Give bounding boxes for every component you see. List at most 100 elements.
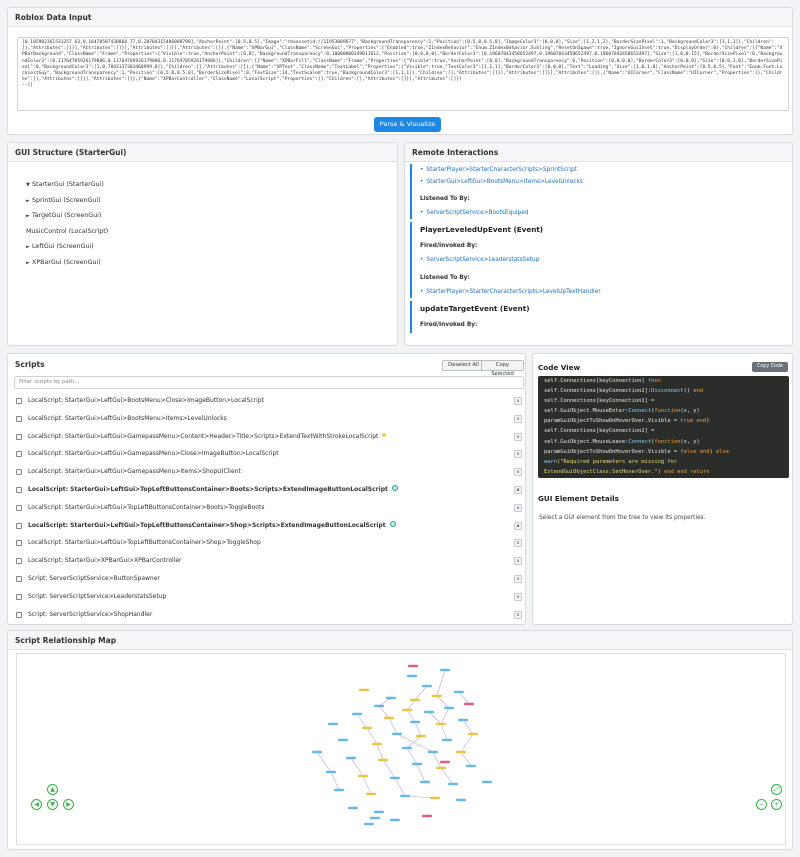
script-checkbox[interactable] bbox=[16, 558, 22, 565]
script-row[interactable]: Script: ServerScriptService>ButtonSpawne… bbox=[14, 570, 524, 588]
script-path-label[interactable]: LocalScript: StarterGui>XPBarGui>XPBarCo… bbox=[28, 552, 181, 570]
remove-script-button[interactable]: x bbox=[514, 397, 522, 405]
remove-script-button[interactable]: x bbox=[514, 468, 522, 477]
script-path-label[interactable]: LocalScript: StarterGui>LeftGui>TopLeftB… bbox=[28, 481, 398, 499]
script-node[interactable] bbox=[370, 816, 380, 820]
script-checkbox[interactable] bbox=[16, 611, 22, 618]
script-node[interactable] bbox=[326, 770, 336, 774]
parse-visualize-button[interactable]: Parse & Visualize bbox=[374, 117, 441, 132]
script-node[interactable] bbox=[432, 694, 442, 698]
script-node[interactable] bbox=[442, 738, 452, 742]
script-node[interactable] bbox=[458, 718, 468, 722]
script-node[interactable] bbox=[448, 782, 458, 786]
script-node[interactable] bbox=[424, 710, 434, 714]
script-node[interactable] bbox=[374, 810, 384, 814]
script-node[interactable] bbox=[428, 750, 438, 754]
script-row[interactable]: Script: ServerScriptService>ShopHandler x bbox=[14, 606, 524, 624]
script-path-label[interactable]: LocalScript: StarterGui>LeftGui>Gamepass… bbox=[28, 428, 387, 446]
script-node[interactable] bbox=[362, 726, 372, 730]
script-node[interactable] bbox=[372, 742, 382, 746]
script-node[interactable] bbox=[407, 674, 417, 678]
script-node[interactable] bbox=[400, 794, 410, 798]
script-node[interactable] bbox=[334, 788, 344, 792]
script-row[interactable]: LocalScript: StarterGui>XPBarGui>XPBarCo… bbox=[14, 552, 524, 570]
tree-item-sprintgui[interactable]: ► SprintGui (ScreenGui) bbox=[26, 193, 108, 209]
script-row[interactable]: LocalScript: StarterGui>LeftGui>Gamepass… bbox=[14, 463, 524, 481]
remove-script-button[interactable]: x bbox=[514, 485, 522, 494]
script-checkbox[interactable] bbox=[16, 540, 22, 547]
script-row[interactable]: Script: ServerScriptService>ToolGamepass… bbox=[14, 623, 524, 624]
script-node[interactable] bbox=[359, 688, 369, 692]
script-path-label[interactable]: LocalScript: StarterGui>LeftGui>TopLeftB… bbox=[28, 517, 396, 535]
script-node[interactable] bbox=[338, 738, 348, 742]
tree-item-xpbargui[interactable]: ► XPBarGui (ScreenGui) bbox=[26, 255, 108, 271]
script-node[interactable] bbox=[440, 760, 450, 764]
script-node[interactable] bbox=[374, 704, 384, 708]
remove-script-button[interactable]: x bbox=[514, 414, 522, 423]
script-node[interactable] bbox=[390, 818, 400, 822]
script-path-label[interactable]: LocalScript: StarterGui>LeftGui>TopLeftB… bbox=[28, 534, 261, 552]
script-path-label[interactable]: Script: ServerScriptService>ShopHandler bbox=[28, 606, 152, 624]
script-row[interactable]: LocalScript: StarterGui>LeftGui>Gamepass… bbox=[14, 428, 524, 446]
script-path-label[interactable]: Script: ServerScriptService>ToolGamepass… bbox=[28, 623, 177, 624]
script-node[interactable] bbox=[366, 792, 376, 796]
script-node[interactable] bbox=[384, 716, 394, 720]
arrow-left-icon[interactable]: ◀ bbox=[31, 799, 42, 810]
script-node[interactable] bbox=[328, 722, 338, 726]
script-path-label[interactable]: LocalScript: StarterGui>LeftGui>BootsMen… bbox=[28, 392, 264, 410]
script-row[interactable]: LocalScript: StarterGui>LeftGui>TopLeftB… bbox=[14, 517, 524, 535]
script-node[interactable] bbox=[464, 702, 474, 706]
relationship-map-canvas[interactable]: ▲ ◀ ▼ ▶ ⤢ − + bbox=[16, 653, 786, 845]
arrow-up-icon[interactable]: ▲ bbox=[47, 784, 58, 795]
copy-selected-button[interactable]: Copy Selected bbox=[481, 360, 524, 377]
script-node[interactable] bbox=[408, 664, 418, 668]
script-node[interactable] bbox=[392, 732, 402, 736]
script-checkbox[interactable] bbox=[16, 486, 22, 493]
script-row[interactable]: LocalScript: StarterGui>LeftGui>BootsMen… bbox=[14, 410, 524, 428]
script-node[interactable] bbox=[386, 696, 396, 700]
script-node[interactable] bbox=[436, 722, 446, 726]
script-checkbox[interactable] bbox=[16, 593, 22, 600]
remove-script-button[interactable]: x bbox=[514, 450, 522, 459]
script-node[interactable] bbox=[440, 668, 450, 672]
remove-script-button[interactable]: x bbox=[514, 557, 522, 566]
remove-script-button[interactable]: x bbox=[514, 521, 522, 530]
script-node[interactable] bbox=[436, 766, 446, 770]
script-node[interactable] bbox=[364, 822, 374, 826]
script-row[interactable]: Script: ServerScriptService>LeaderstatsS… bbox=[14, 588, 524, 606]
remove-script-button[interactable]: x bbox=[514, 574, 522, 583]
script-node[interactable] bbox=[422, 814, 432, 818]
arrow-down-icon[interactable]: ▼ bbox=[47, 799, 58, 810]
script-node[interactable] bbox=[402, 708, 412, 712]
deselect-all-button[interactable]: Deselect All bbox=[442, 360, 485, 371]
arrow-right-icon[interactable]: ▶ bbox=[63, 799, 74, 810]
remove-script-button[interactable]: x bbox=[514, 592, 522, 601]
script-path-label[interactable]: Script: ServerScriptService>LeaderstatsS… bbox=[28, 588, 166, 606]
script-checkbox[interactable] bbox=[16, 504, 22, 511]
relationship-graph[interactable] bbox=[17, 654, 787, 846]
script-node[interactable] bbox=[410, 698, 420, 702]
script-path-label[interactable]: LocalScript: StarterGui>LeftGui>BootsMen… bbox=[28, 410, 227, 428]
tree-item-leftgui[interactable]: ► LeftGui (ScreenGui) bbox=[26, 239, 108, 255]
remote-link[interactable]: ServerScriptService>LeaderstatsSetup bbox=[420, 254, 788, 266]
remote-link[interactable]: StarterPlayer>StarterCharacterScripts>Le… bbox=[420, 286, 788, 298]
script-node[interactable] bbox=[444, 706, 454, 710]
remove-script-button[interactable]: x bbox=[514, 539, 522, 548]
remove-script-button[interactable]: x bbox=[514, 610, 522, 619]
script-path-label[interactable]: LocalScript: StarterGui>LeftGui>TopLeftB… bbox=[28, 499, 264, 517]
remove-script-button[interactable]: x bbox=[514, 503, 522, 512]
script-row[interactable]: LocalScript: StarterGui>LeftGui>BootsMen… bbox=[14, 392, 524, 410]
script-node[interactable] bbox=[358, 774, 368, 778]
script-node[interactable] bbox=[402, 746, 412, 750]
script-node[interactable] bbox=[430, 796, 440, 800]
copy-code-button[interactable]: Copy Code bbox=[752, 362, 788, 372]
remove-script-button[interactable]: x bbox=[514, 432, 522, 441]
remote-link[interactable]: ServerScriptService>BootsEquiped bbox=[420, 207, 788, 219]
script-node[interactable] bbox=[312, 750, 322, 754]
remote-link[interactable]: StarterGui>LeftGui>BootsMenu>Items>Level… bbox=[420, 176, 788, 188]
script-node[interactable] bbox=[412, 762, 422, 766]
script-row[interactable]: LocalScript: StarterGui>LeftGui>TopLeftB… bbox=[14, 481, 524, 499]
script-node[interactable] bbox=[352, 712, 362, 716]
script-node[interactable] bbox=[456, 750, 466, 754]
tree-item-targetgui[interactable]: ► TargetGui (ScreenGui) bbox=[26, 208, 108, 224]
